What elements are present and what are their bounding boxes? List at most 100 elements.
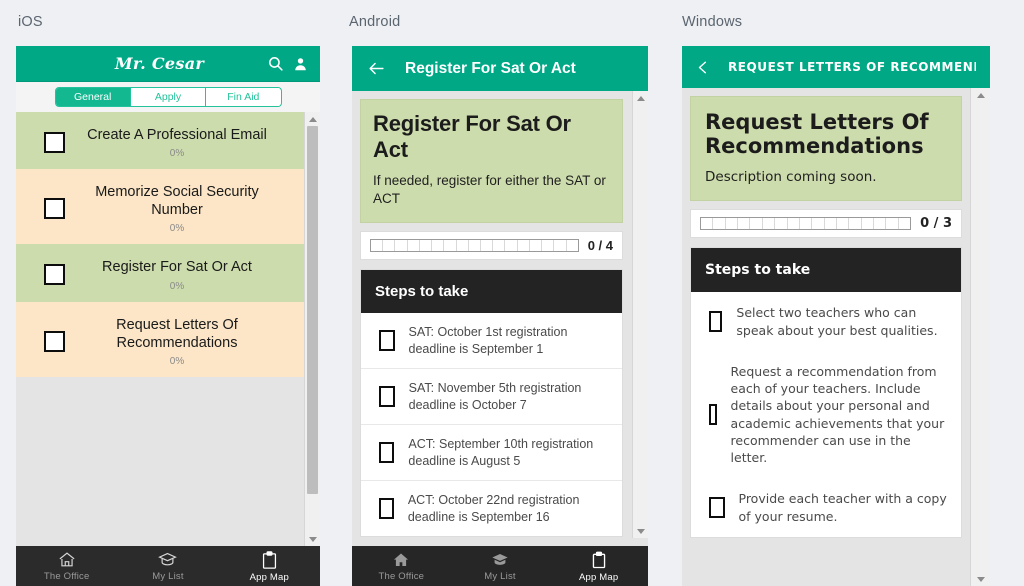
ios-segmented-control: General Apply Fin Aid	[16, 82, 320, 112]
android-content: Register For Sat Or Act If needed, regis…	[352, 91, 648, 538]
list-item-body: Memorize Social Security Number 0%	[82, 183, 294, 234]
list-item-body: Request Letters Of Recommendations 0%	[82, 316, 294, 367]
task-hero-description: Description coming soon.	[705, 169, 877, 186]
nav-item-app-map[interactable]: App Map	[219, 546, 320, 586]
checkbox-wrap	[26, 132, 82, 154]
list-item-title: Register For Sat Or Act	[102, 259, 252, 276]
list-item-body: Create A Professional Email 0%	[82, 126, 294, 159]
list-item-progress: 0%	[169, 355, 185, 367]
nav-item-app-map[interactable]: App Map	[549, 546, 648, 586]
step-row[interactable]: Select two teachers who can speak about …	[691, 292, 961, 351]
scroll-down-arrow-icon[interactable]	[636, 524, 645, 538]
steps-header: Steps to take	[691, 248, 961, 293]
step-checkbox[interactable]	[379, 498, 394, 520]
step-text: ACT: September 10th registration deadlin…	[408, 437, 594, 468]
person-icon[interactable]	[293, 56, 308, 72]
progress-count: 0 / 3	[920, 216, 952, 232]
screenshot-root: iOS Android Windows Mr. Cesar General Ap…	[0, 0, 1024, 586]
checkbox-wrap	[26, 264, 82, 286]
windows-content: Request Letters Of Recommendations Descr…	[682, 88, 990, 586]
step-row[interactable]: SAT: October 1st registration deadline i…	[361, 313, 622, 370]
step-checkbox[interactable]	[709, 311, 723, 333]
nav-item-my-list[interactable]: My List	[451, 546, 550, 586]
nav-item-my-list[interactable]: My List	[117, 546, 218, 586]
progress-card: 0 / 4	[360, 231, 623, 261]
ios-header-actions	[267, 55, 320, 72]
list-item-progress: 0%	[169, 280, 185, 292]
step-checkbox[interactable]	[379, 330, 395, 352]
task-checkbox[interactable]	[43, 132, 65, 154]
nav-label: The Office	[378, 570, 425, 582]
step-row[interactable]: ACT: October 22nd registration deadline …	[361, 481, 622, 536]
list-item-progress: 0%	[169, 148, 185, 160]
android-vertical-scrollbar[interactable]	[632, 91, 648, 538]
task-checkbox[interactable]	[43, 264, 65, 286]
windows-app-header: REQUEST LETTERS OF RECOMMENDA...	[682, 46, 990, 88]
arrow-left-icon[interactable]	[366, 60, 387, 77]
nav-item-the-office[interactable]: The Office	[16, 546, 117, 586]
android-device-frame: Register For Sat Or Act Register For Sat…	[352, 46, 648, 586]
step-row[interactable]: ACT: September 10th registration deadlin…	[361, 425, 622, 482]
step-checkbox[interactable]	[379, 386, 395, 408]
steps-header: Steps to take	[361, 270, 622, 314]
scroll-down-arrow-icon[interactable]	[976, 572, 985, 586]
tab-apply[interactable]: Apply	[130, 88, 207, 106]
scrollbar-track[interactable]	[305, 126, 320, 532]
step-text: SAT: November 5th registration deadline …	[408, 381, 582, 412]
graduation-cap-icon	[492, 553, 508, 565]
scroll-up-arrow-icon[interactable]	[308, 112, 317, 126]
steps-card: Steps to take SAT: October 1st registrat…	[360, 269, 623, 538]
search-icon[interactable]	[267, 55, 284, 72]
ios-vertical-scrollbar[interactable]	[304, 112, 320, 546]
step-row[interactable]: Request a recommendation from each of yo…	[691, 351, 961, 479]
windows-vertical-scrollbar[interactable]	[970, 88, 990, 586]
clipboard-icon	[592, 551, 605, 568]
step-checkbox[interactable]	[709, 404, 717, 426]
nav-label: The Office	[43, 571, 90, 582]
ios-task-scrollarea: Create A Professional Email 0% Memorize …	[16, 112, 304, 546]
list-item[interactable]: Request Letters Of Recommendations 0%	[16, 301, 304, 377]
task-checkbox[interactable]	[43, 330, 65, 352]
list-item[interactable]: Create A Professional Email 0%	[16, 112, 304, 170]
progress-bar	[370, 239, 579, 253]
column-label-windows: Windows	[682, 14, 743, 30]
scroll-up-arrow-icon[interactable]	[976, 88, 985, 102]
tab-fin-aid[interactable]: Fin Aid	[206, 88, 281, 106]
home-icon	[59, 552, 75, 567]
task-checkbox[interactable]	[43, 198, 65, 220]
nav-item-the-office[interactable]: The Office	[352, 546, 451, 586]
scrollbar-track[interactable]	[971, 102, 990, 572]
ios-task-list: Create A Professional Email 0% Memorize …	[16, 112, 320, 546]
task-hero-title: Register For Sat Or Act	[373, 111, 571, 162]
list-item[interactable]: Memorize Social Security Number 0%	[16, 169, 304, 245]
progress-card: 0 / 3	[690, 209, 962, 239]
task-hero-card: Register For Sat Or Act If needed, regis…	[360, 99, 623, 224]
home-icon	[394, 553, 409, 566]
scroll-down-arrow-icon[interactable]	[308, 532, 317, 546]
scrollbar-thumb[interactable]	[307, 126, 318, 494]
nav-label: My List	[484, 570, 516, 582]
tab-general[interactable]: General	[55, 88, 131, 106]
ios-segment-group: General Apply Fin Aid	[54, 87, 282, 107]
step-row[interactable]: SAT: November 5th registration deadline …	[361, 369, 622, 426]
step-row[interactable]: Provide each teacher with a copy of your…	[691, 478, 961, 537]
list-item-body: Register For Sat Or Act 0%	[82, 258, 294, 291]
column-label-ios: iOS	[18, 14, 43, 30]
ios-device-frame: Mr. Cesar General Apply Fin Aid Create A…	[16, 46, 320, 586]
windows-device-frame: REQUEST LETTERS OF RECOMMENDA... Request…	[682, 46, 990, 586]
ios-bottom-navbar: The Office My List App Map	[16, 546, 320, 586]
scroll-up-arrow-icon[interactable]	[636, 91, 645, 105]
task-hero-card: Request Letters Of Recommendations Descr…	[690, 96, 962, 202]
task-hero-title: Request Letters Of Recommendations	[705, 110, 929, 159]
nav-label: App Map	[249, 571, 290, 583]
list-item-progress: 0%	[169, 223, 185, 235]
list-item[interactable]: Register For Sat Or Act 0%	[16, 244, 304, 302]
step-text: Select two teachers who can speak about …	[736, 305, 938, 338]
android-screen-title: Register For Sat Or Act	[405, 59, 576, 77]
nav-label: App Map	[578, 571, 619, 583]
step-checkbox[interactable]	[379, 442, 395, 464]
step-checkbox[interactable]	[709, 497, 725, 519]
android-scrollarea: Register For Sat Or Act If needed, regis…	[352, 91, 631, 538]
scrollbar-track[interactable]	[633, 105, 648, 524]
chevron-left-icon[interactable]	[696, 59, 710, 76]
